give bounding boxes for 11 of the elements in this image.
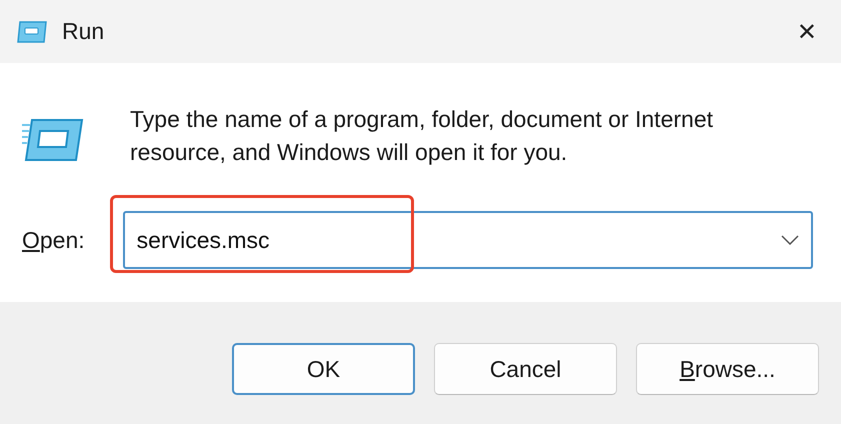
run-app-icon bbox=[22, 117, 84, 163]
open-label: Open: bbox=[22, 226, 85, 254]
chevron-down-icon[interactable] bbox=[781, 235, 799, 245]
dialog-button[interactable]: OK bbox=[232, 343, 415, 395]
open-combo-box[interactable]: services.msc bbox=[122, 211, 813, 269]
dialog-button[interactable]: Browse... bbox=[636, 343, 819, 395]
run-app-icon bbox=[16, 20, 48, 44]
instruction-text: Type the name of a program, folder, document or Internet resource, and Windows will open it for you. bbox=[130, 105, 714, 167]
dialog-button[interactable]: Cancel bbox=[434, 343, 617, 395]
window-title: Run bbox=[62, 18, 106, 45]
close-button[interactable]: ✕ bbox=[790, 14, 823, 50]
